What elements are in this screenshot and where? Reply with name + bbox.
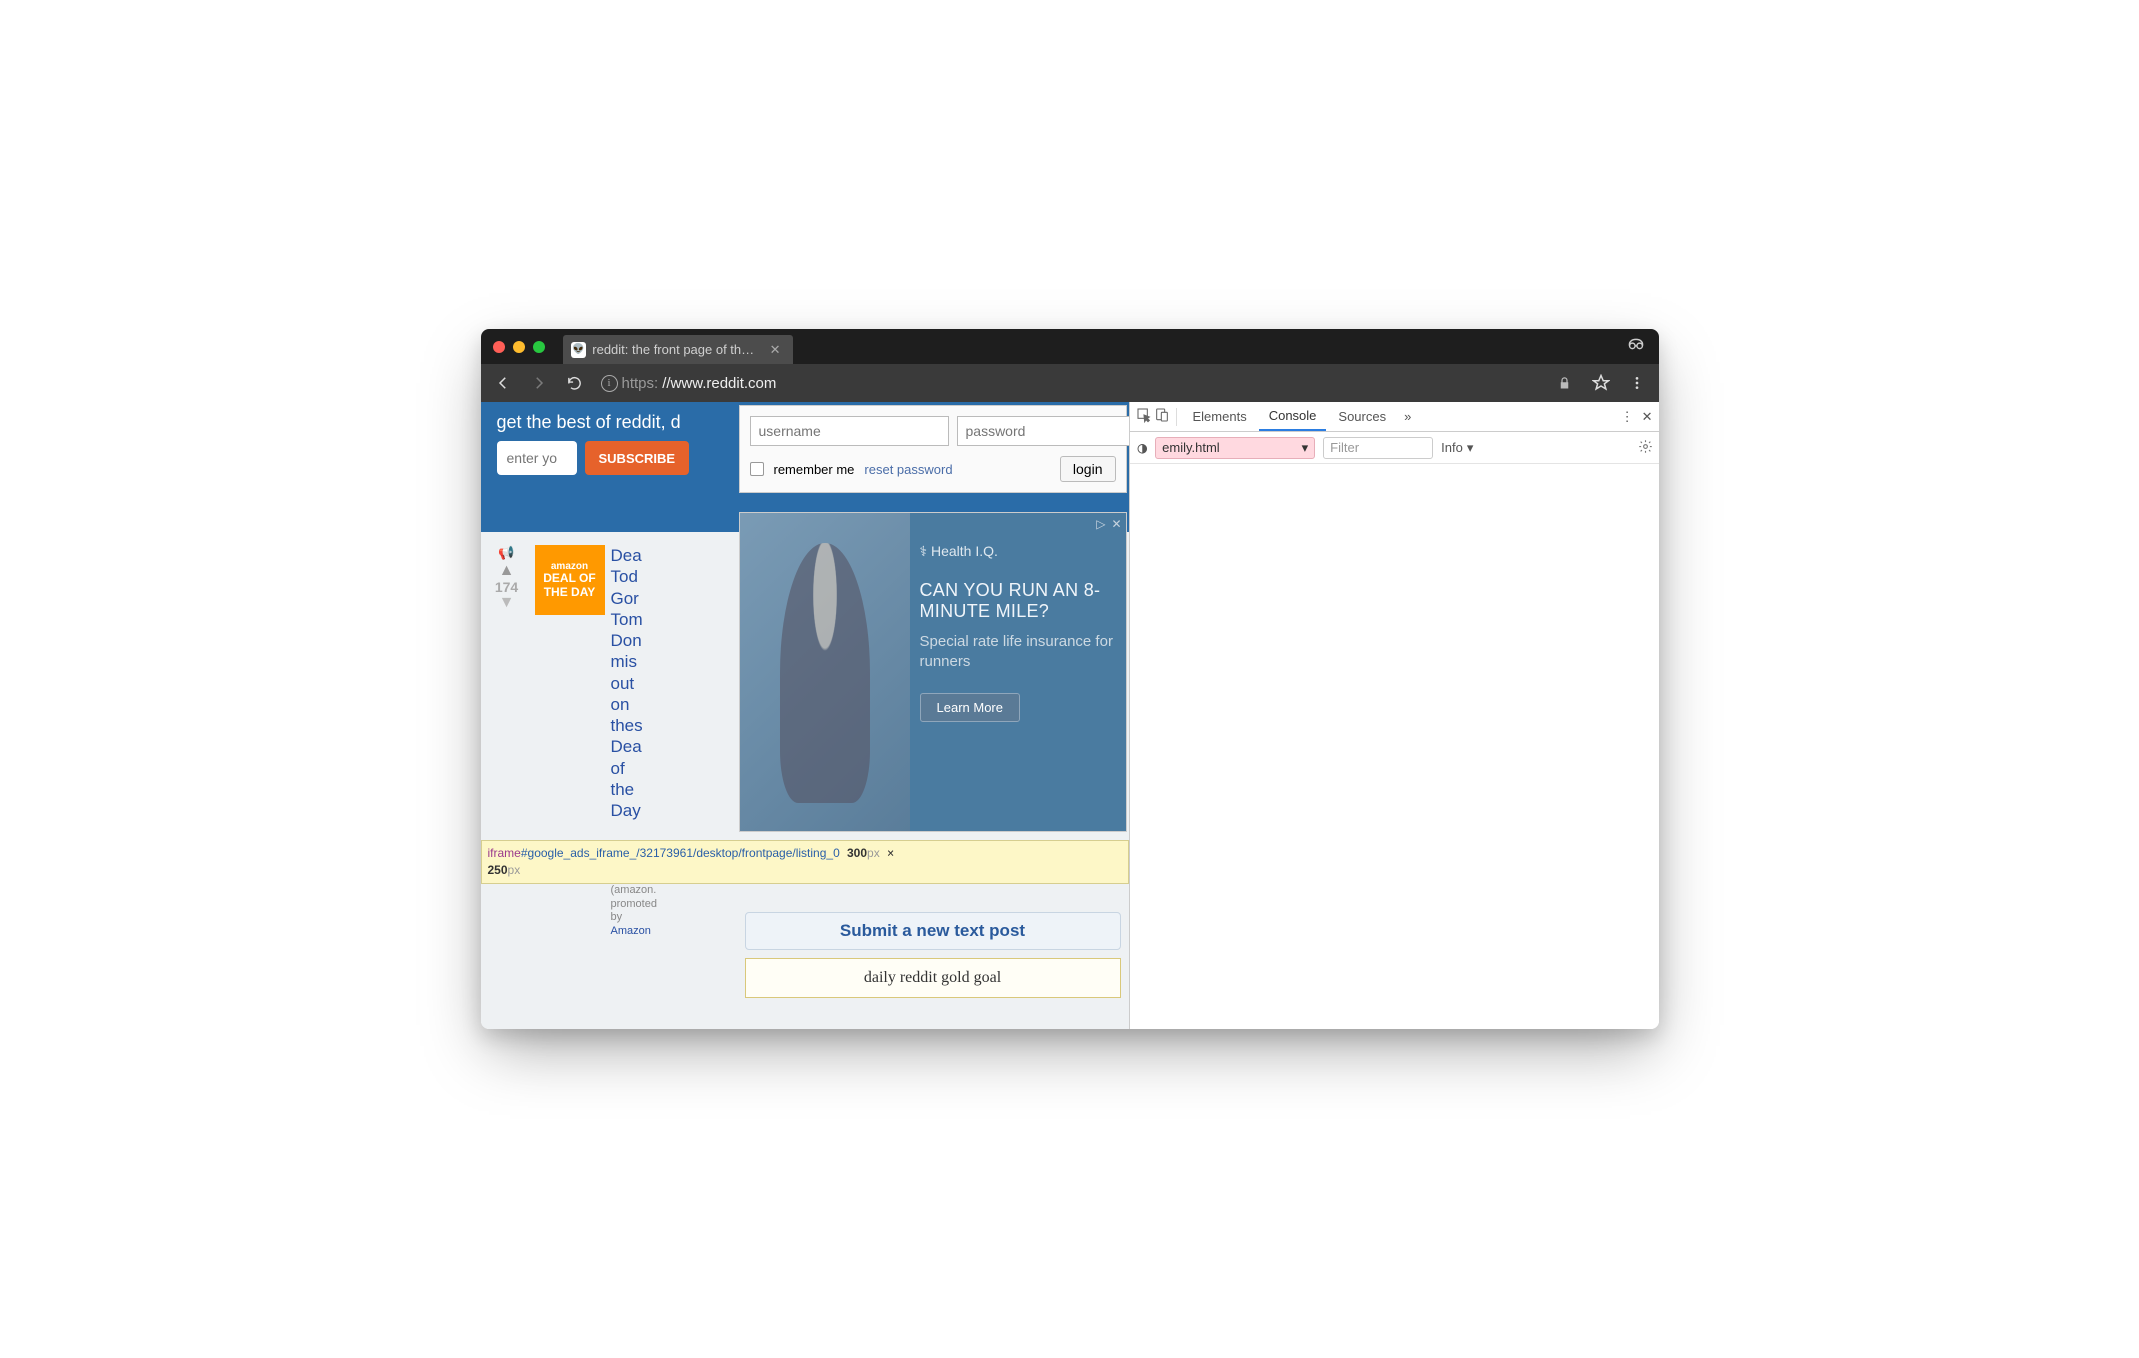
omnibox[interactable]: i https://www.reddit.com bbox=[597, 369, 1543, 397]
reddit-page: get the best of reddit, d SUBSCRIBE reme… bbox=[481, 402, 1129, 1029]
tooltip-tag: iframe bbox=[488, 846, 521, 860]
context-selector[interactable]: emily.html ▾ bbox=[1155, 437, 1315, 459]
megaphone-icon: 📢 bbox=[498, 545, 514, 561]
tab-sources[interactable]: Sources bbox=[1328, 402, 1396, 431]
ad-brand: ⚕ Health I.Q. bbox=[920, 543, 1114, 560]
browser-tab[interactable]: 👽 reddit: the front page of the in ✕ bbox=[563, 335, 793, 364]
devtools-close-icon[interactable]: ✕ bbox=[1642, 409, 1653, 425]
remember-label: remember me bbox=[774, 462, 855, 477]
chevron-down-icon: ▾ bbox=[1467, 440, 1474, 456]
eye-icon[interactable]: ◑ bbox=[1138, 438, 1148, 457]
ad-controls[interactable]: ▷✕ bbox=[1096, 517, 1121, 531]
log-level-select[interactable]: Info ▾ bbox=[1441, 440, 1473, 456]
post-thumbnail[interactable]: amazon DEAL OF THE DAY bbox=[535, 545, 605, 615]
site-info-icon[interactable]: i bbox=[601, 375, 618, 392]
tooltip-height: 250 bbox=[488, 863, 508, 877]
post-score: 174 bbox=[495, 579, 518, 595]
upvote-icon[interactable]: ▲ bbox=[499, 563, 515, 579]
incognito-icon bbox=[1625, 333, 1647, 360]
url-protocol: https: bbox=[622, 375, 659, 392]
login-form: remember me reset password login bbox=[739, 405, 1127, 493]
chevron-down-icon: ▾ bbox=[1302, 440, 1309, 456]
device-icon[interactable] bbox=[1154, 407, 1170, 426]
password-input[interactable] bbox=[957, 416, 1129, 446]
ad-cta-button[interactable]: Learn More bbox=[920, 693, 1020, 722]
reload-button[interactable] bbox=[561, 369, 589, 397]
favicon-icon: 👽 bbox=[571, 342, 587, 358]
address-bar: i https://www.reddit.com bbox=[481, 364, 1659, 402]
login-button[interactable]: login bbox=[1060, 456, 1116, 482]
tooltip-id: #google_ads_iframe_/32173961/desktop/fro… bbox=[521, 846, 840, 860]
submit-text-post-button[interactable]: Submit a new text post bbox=[745, 912, 1121, 950]
minimize-window-icon[interactable] bbox=[513, 341, 525, 353]
context-value: emily.html bbox=[1162, 440, 1220, 455]
gold-goal-box: daily reddit gold goal bbox=[745, 958, 1121, 998]
content-area: get the best of reddit, d SUBSCRIBE reme… bbox=[481, 402, 1659, 1029]
settings-icon[interactable] bbox=[1638, 439, 1653, 457]
remember-checkbox[interactable] bbox=[750, 462, 764, 476]
devtools-tabs: Elements Console Sources » ⋮ ✕ bbox=[1130, 402, 1659, 432]
bookmark-icon[interactable] bbox=[1587, 369, 1615, 397]
more-tabs-icon[interactable]: » bbox=[1398, 409, 1417, 424]
close-window-icon[interactable] bbox=[493, 341, 505, 353]
filter-input[interactable]: Filter bbox=[1323, 437, 1433, 459]
post-listing: 📢 ▲ 174 ▼ amazon DEAL OF THE DAY DeaTodG… bbox=[481, 537, 739, 947]
back-button[interactable] bbox=[489, 369, 517, 397]
ad-subtext: Special rate life insurance for runners bbox=[920, 632, 1114, 671]
subscribe-button[interactable]: SUBSCRIBE bbox=[585, 441, 690, 475]
post-meta: (amazon. promoted by Amazon bbox=[611, 884, 735, 939]
adchoices-icon[interactable]: ▷ bbox=[1096, 517, 1105, 531]
inspect-icon[interactable] bbox=[1136, 407, 1152, 426]
tab-console[interactable]: Console bbox=[1259, 402, 1327, 431]
url-text: //www.reddit.com bbox=[662, 375, 776, 392]
forward-button[interactable] bbox=[525, 369, 553, 397]
window-controls bbox=[493, 341, 545, 353]
tab-title: reddit: the front page of the in bbox=[592, 342, 759, 357]
ad-image bbox=[740, 513, 910, 831]
post-title-link[interactable]: DeaTodGorTomDonmisoutonthesDeaoftheDay bbox=[611, 546, 643, 820]
console-toolbar: ◑ emily.html ▾ Filter Info ▾ bbox=[1130, 432, 1659, 464]
ad-headline: CAN YOU RUN AN 8-MINUTE MILE? bbox=[920, 580, 1114, 622]
tooltip-width: 300 bbox=[847, 846, 867, 860]
ad-copy: ⚕ Health I.Q. CAN YOU RUN AN 8-MINUTE MI… bbox=[920, 543, 1114, 722]
ad-close-icon[interactable]: ✕ bbox=[1111, 517, 1121, 531]
username-input[interactable] bbox=[750, 416, 949, 446]
reset-password-link[interactable]: reset password bbox=[864, 462, 952, 477]
saved-password-icon[interactable] bbox=[1551, 369, 1579, 397]
devtools-panel: Elements Console Sources » ⋮ ✕ ◑ emily.h… bbox=[1129, 402, 1659, 1029]
ad-iframe[interactable]: ▷✕ ⚕ Health I.Q. CAN YOU RUN AN 8-MINUTE… bbox=[739, 512, 1127, 832]
devtools-menu-icon[interactable]: ⋮ bbox=[1621, 409, 1634, 425]
close-tab-icon[interactable]: ✕ bbox=[770, 342, 781, 358]
downvote-icon[interactable]: ▼ bbox=[499, 595, 515, 611]
email-input[interactable] bbox=[497, 441, 577, 475]
tab-elements[interactable]: Elements bbox=[1183, 402, 1257, 431]
browser-window: 👽 reddit: the front page of the in ✕ i h… bbox=[481, 329, 1659, 1029]
menu-icon[interactable] bbox=[1623, 369, 1651, 397]
maximize-window-icon[interactable] bbox=[533, 341, 545, 353]
element-tooltip: iframe#google_ads_iframe_/32173961/deskt… bbox=[481, 840, 1129, 884]
titlebar: 👽 reddit: the front page of the in ✕ bbox=[481, 329, 1659, 364]
